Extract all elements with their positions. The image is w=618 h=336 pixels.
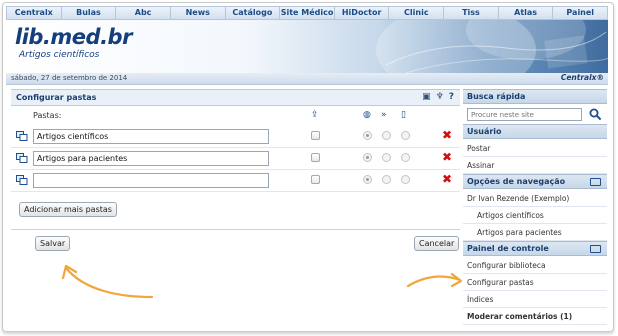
folder-name-input[interactable] <box>33 151 269 166</box>
folder-row: ✖ <box>11 170 460 192</box>
visibility-radio-public[interactable] <box>363 153 372 162</box>
visibility-radio-public[interactable] <box>363 131 372 140</box>
add-folders-button[interactable]: Adicionar mais pastas <box>19 202 117 217</box>
sidebar-item-artigos-pacientes[interactable]: Artigos para pacientes <box>463 224 607 241</box>
panel-header: Configurar pastas ▣ ♆ ? <box>11 89 460 106</box>
nav-catalogo[interactable]: Catálogo <box>224 7 280 19</box>
search-icon[interactable] <box>589 108 602 121</box>
lock-icon: ▯ <box>401 110 406 120</box>
controle-title: Painel de controle <box>467 244 549 253</box>
share-checkbox[interactable] <box>311 153 320 162</box>
sidebar-item-postar[interactable]: Postar <box>463 140 607 157</box>
window-icon[interactable] <box>590 178 601 186</box>
busca-title: Busca rápida <box>467 92 526 101</box>
nav-atlas[interactable]: Atlas <box>497 7 553 19</box>
divider <box>11 229 460 230</box>
sidebar-header-usuario[interactable]: Usuário <box>463 124 607 139</box>
usuario-title: Usuário <box>467 127 502 136</box>
visibility-radio-restricted[interactable] <box>382 131 391 140</box>
visibility-radio-private[interactable] <box>401 175 410 184</box>
sidebar-item-indices[interactable]: Índices <box>463 291 607 308</box>
save-button[interactable]: Salvar <box>35 236 71 251</box>
nav-hidoctor[interactable]: HiDoctor <box>333 7 389 19</box>
visibility-radio-private[interactable] <box>401 153 410 162</box>
date-bar: sábado, 27 de setembro de 2014 Centralx® <box>6 73 608 85</box>
delete-folder-icon[interactable]: ✖ <box>442 172 452 186</box>
sidebar-item-assinar[interactable]: Assinar <box>463 157 607 174</box>
delete-folder-icon[interactable]: ✖ <box>442 128 452 142</box>
sidebar-header-controle[interactable]: Painel de controle <box>463 241 607 256</box>
sidebar-item-artigos-cientificos[interactable]: Artigos científicos <box>463 207 607 224</box>
nav-clinic[interactable]: Clinic <box>388 7 443 19</box>
sidebar: Busca rápida Usuário Postar Assinar Opçõ… <box>463 89 607 329</box>
share-icon: ⇪ <box>311 110 319 120</box>
help-icon[interactable]: ? <box>449 92 454 103</box>
visibility-radio-restricted[interactable] <box>382 175 391 184</box>
nav-site-medico[interactable]: Site Médico <box>279 7 334 19</box>
folder-row: ✖ <box>11 148 460 170</box>
fast-forward-icon: » <box>381 110 387 120</box>
sidebar-item-moderar[interactable]: Moderar comentários (1) <box>463 308 607 325</box>
share-checkbox[interactable] <box>311 131 320 140</box>
nav-painel[interactable]: Painel <box>552 7 607 19</box>
centralx-brand[interactable]: Centralx® <box>561 73 604 82</box>
nav-bulas[interactable]: Bulas <box>60 7 116 19</box>
sidebar-user[interactable]: Dr Ivan Rezende (Exemplo) <box>463 190 607 207</box>
folder-row: ✖ <box>11 126 460 148</box>
site-subtitle: Artigos científicos <box>19 50 100 60</box>
folder-edit-icon[interactable] <box>16 131 28 141</box>
nav-abc[interactable]: Abc <box>115 7 170 19</box>
tv-icon[interactable]: ▣ <box>422 92 431 103</box>
delete-folder-icon[interactable]: ✖ <box>442 150 452 164</box>
search-input[interactable] <box>467 108 582 121</box>
sidebar-header-navegacao[interactable]: Opções de navegação <box>463 174 607 189</box>
nav-news[interactable]: News <box>169 7 225 19</box>
visibility-radio-restricted[interactable] <box>382 153 391 162</box>
share-checkbox[interactable] <box>311 175 320 184</box>
nav-centralx[interactable]: Centralx <box>7 7 61 19</box>
folder-edit-icon[interactable] <box>16 175 28 185</box>
folder-edit-icon[interactable] <box>16 153 28 163</box>
folder-name-input[interactable] <box>33 129 269 144</box>
site-logo[interactable]: lib.med.br <box>15 25 132 49</box>
visibility-radio-private[interactable] <box>401 131 410 140</box>
folder-name-input[interactable] <box>33 173 269 188</box>
sidebar-header-busca[interactable]: Busca rápida <box>463 89 607 104</box>
window-icon[interactable] <box>590 245 601 253</box>
navegacao-title: Opções de navegação <box>467 177 566 186</box>
main-panel: Configurar pastas ▣ ♆ ? Pastas: ⇪ ◍ » ▯ … <box>11 89 460 329</box>
page-title: Configurar pastas <box>16 93 97 102</box>
site-banner: lib.med.br Artigos científicos <box>6 20 608 73</box>
globe-icon: ◍ <box>363 110 371 120</box>
top-navigation: Centralx Bulas Abc News Catálogo Site Mé… <box>6 6 608 20</box>
pastas-label: Pastas: <box>33 111 62 120</box>
sidebar-item-configurar-pastas[interactable]: Configurar pastas <box>463 274 607 291</box>
cancel-button[interactable]: Cancelar <box>414 236 460 251</box>
current-date: sábado, 27 de setembro de 2014 <box>11 74 128 82</box>
visibility-radio-public[interactable] <box>363 175 372 184</box>
wand-icon[interactable]: ♆ <box>436 92 444 103</box>
sidebar-item-configurar-biblioteca[interactable]: Configurar biblioteca <box>463 257 607 274</box>
column-header: Pastas: ⇪ ◍ » ▯ <box>11 109 460 123</box>
nav-tiss[interactable]: Tiss <box>443 7 498 19</box>
